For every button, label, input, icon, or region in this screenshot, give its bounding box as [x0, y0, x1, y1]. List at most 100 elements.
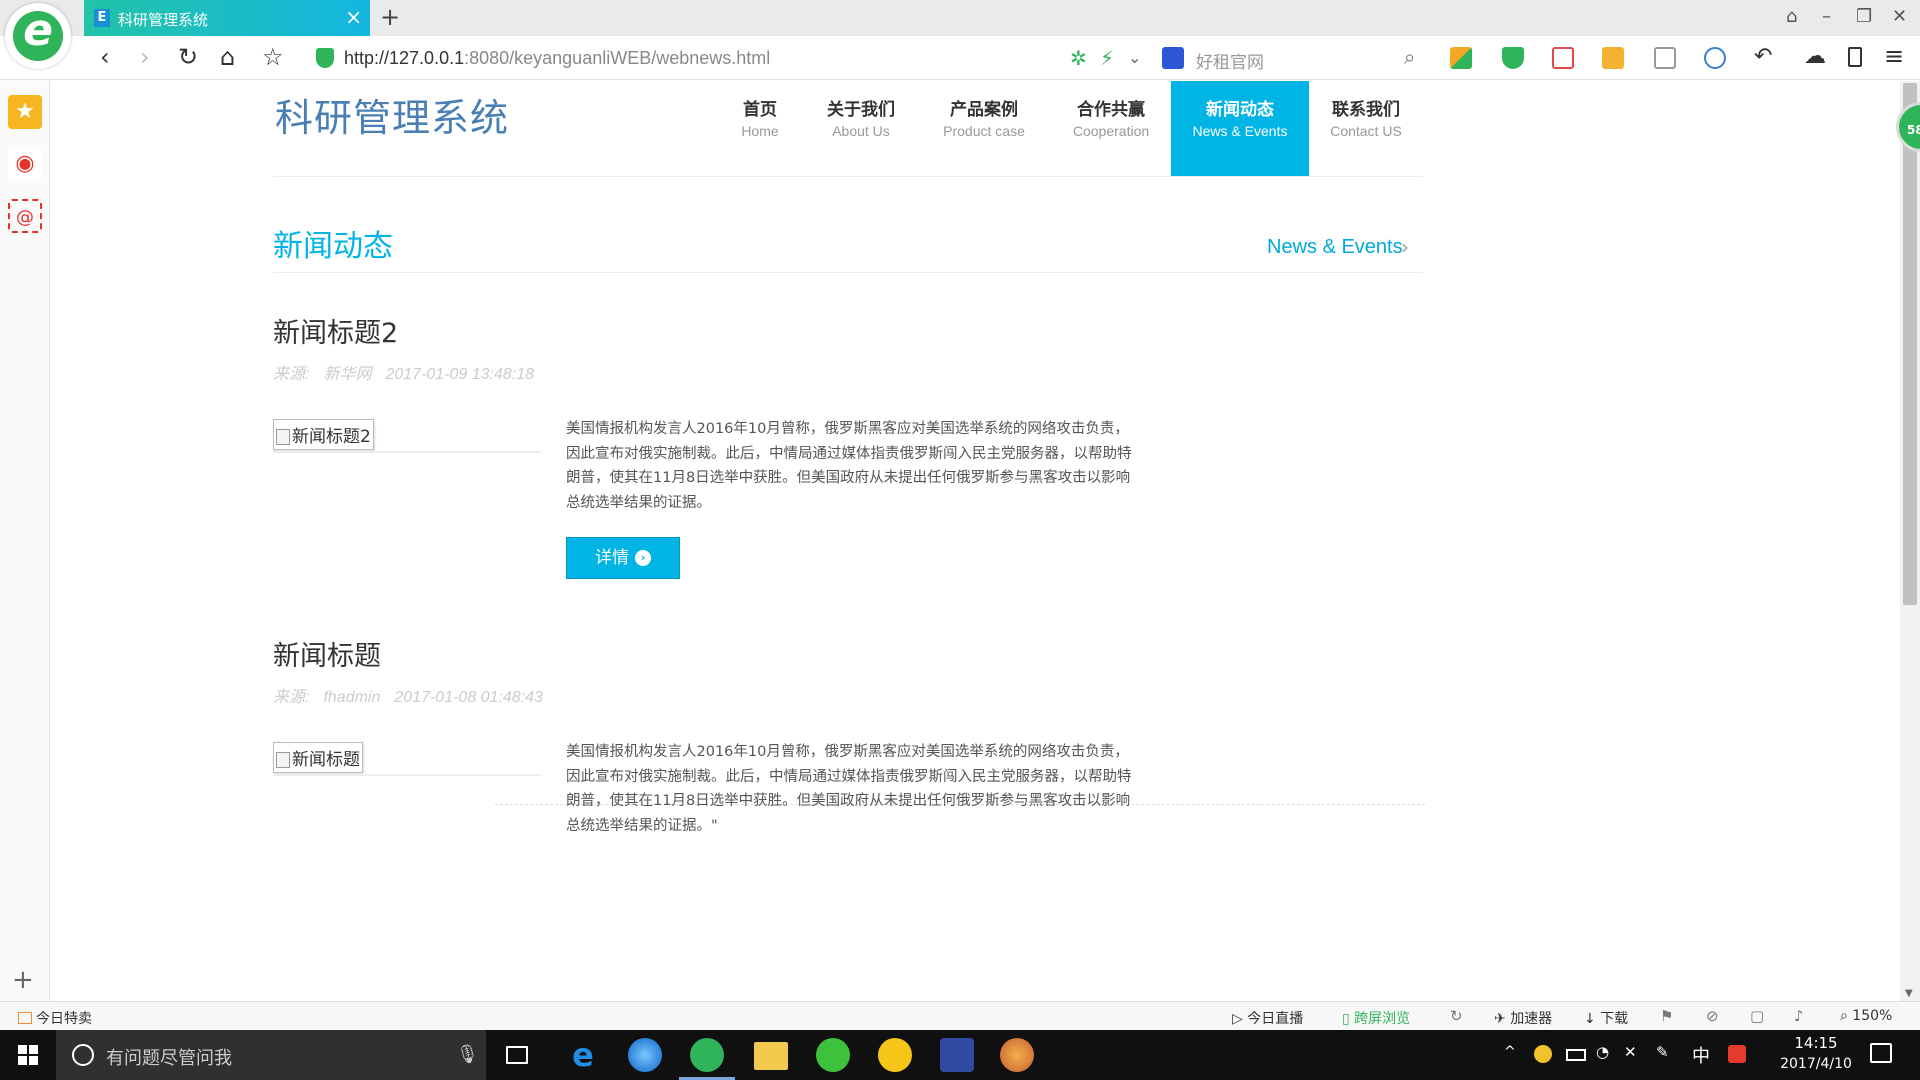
battery-icon[interactable]	[1566, 1049, 1586, 1061]
broken-image-icon: 新闻标题	[273, 742, 363, 773]
url-input[interactable]: http://127.0.0.1:8080/keyanguanliWEB/web…	[344, 48, 770, 69]
tab-active[interactable]: E 科研管理系统 ×	[84, 0, 370, 36]
forward-button[interactable]: ›	[140, 44, 150, 70]
edge-app-icon[interactable]: e	[566, 1038, 600, 1072]
sidebar-add-icon[interactable]: +	[12, 965, 34, 995]
gift-icon	[18, 1012, 32, 1024]
broken-image-icon: 新闻标题2	[273, 419, 374, 450]
today-deals[interactable]: 今日特卖	[18, 1008, 92, 1028]
nav-home[interactable]: 首页 Home	[715, 81, 805, 176]
source-label: 来源:	[273, 689, 310, 706]
windows-start-icon[interactable]	[18, 1045, 38, 1065]
wifi-icon[interactable]: ◔	[1596, 1043, 1614, 1061]
news-image[interactable]: 新闻标题	[273, 742, 541, 776]
undo-close-icon[interactable]: ↶	[1754, 44, 1772, 69]
accelerator[interactable]: ✈ 加速器	[1494, 1008, 1552, 1028]
editor-app-icon[interactable]	[940, 1038, 974, 1072]
nav-about[interactable]: 关于我们 About Us	[805, 81, 917, 176]
game-extension-icon[interactable]	[1602, 47, 1624, 69]
taskbar-search-box[interactable]: 有问题尽管问我 🎙	[56, 1030, 486, 1080]
security-tray-icon[interactable]	[1534, 1045, 1552, 1063]
task-view-icon[interactable]	[506, 1046, 528, 1064]
search-engine-icon[interactable]	[1162, 47, 1184, 69]
favorite-star-icon[interactable]: ☆	[262, 44, 284, 70]
file-explorer-app-icon[interactable]	[754, 1042, 788, 1070]
windows-taskbar: 有问题尽管问我 🎙 e ^ ◔ ✕ ✎ 中 14:15 2017/4/10	[0, 1030, 1920, 1080]
search-input[interactable]: 好租官网	[1196, 48, 1264, 73]
apps-extension-icon[interactable]	[1450, 47, 1472, 69]
scroll-down-icon[interactable]: ▼	[1905, 988, 1913, 999]
lightning-icon[interactable]: ⚡	[1100, 46, 1114, 70]
paint-app-icon[interactable]	[1000, 1038, 1034, 1072]
speed-icon[interactable]: ✲	[1070, 46, 1087, 70]
green-browser-app-icon[interactable]	[690, 1038, 724, 1072]
divider	[273, 272, 1423, 273]
news-title[interactable]: 新闻标题2	[273, 311, 1203, 350]
favorites-star-icon[interactable]: ★	[8, 95, 42, 129]
nav-contact[interactable]: 联系我们 Contact US	[1309, 81, 1423, 176]
tray-expand-icon[interactable]: ^	[1504, 1044, 1516, 1060]
cloud-icon[interactable]: ☁	[1804, 44, 1826, 69]
news-title[interactable]: 新闻标题	[273, 634, 1203, 673]
nav-label-en: Contact US	[1330, 123, 1402, 139]
magnifier-extension-icon[interactable]	[1704, 47, 1726, 69]
volume-muted-icon[interactable]: ✕	[1624, 1043, 1642, 1061]
reload-button[interactable]: ↻	[178, 44, 198, 70]
clean-icon[interactable]: ⊘	[1706, 1007, 1719, 1025]
back-button[interactable]: ‹	[100, 44, 110, 70]
nav-label-en: News & Events	[1192, 123, 1288, 139]
clock-date[interactable]: 2017/4/10	[1770, 1056, 1862, 1072]
mute-icon[interactable]: ♪	[1794, 1007, 1804, 1025]
nav-cooperation[interactable]: 合作共赢 Cooperation	[1051, 81, 1171, 176]
close-window-button[interactable]: ✕	[1892, 6, 1907, 27]
new-tab-button[interactable]: +	[380, 4, 400, 30]
window-icon[interactable]: ▢	[1750, 1007, 1764, 1025]
menu-icon[interactable]: ≡	[1884, 42, 1904, 70]
mail-icon[interactable]: @	[8, 199, 42, 233]
microphone-icon[interactable]: 🎙	[456, 1044, 479, 1065]
site-title[interactable]: 科研管理系统	[275, 87, 509, 142]
pen-icon[interactable]: ✎	[1656, 1043, 1674, 1061]
nav-product[interactable]: 产品案例 Product case	[917, 81, 1051, 176]
minimize-button[interactable]: –	[1822, 6, 1831, 27]
image-extension-icon[interactable]	[1654, 47, 1676, 69]
download[interactable]: ↓ 下载	[1584, 1008, 1628, 1028]
sogou-ime-icon[interactable]	[1728, 1045, 1746, 1063]
details-button[interactable]: 详情 ›	[566, 537, 680, 579]
search-icon[interactable]: ⌕	[1404, 45, 1415, 69]
url-dropdown-icon[interactable]: ⌄	[1128, 48, 1141, 67]
home-button[interactable]: ⌂	[220, 44, 235, 70]
zoom-level[interactable]: ⌕ 150%	[1840, 1008, 1892, 1024]
nav-news[interactable]: 新闻动态 News & Events	[1171, 81, 1309, 176]
section-title-en[interactable]: News & Events	[1267, 236, 1403, 259]
input-method-indicator[interactable]: 中	[1692, 1042, 1710, 1068]
safety-extension-icon[interactable]	[1502, 47, 1524, 69]
browser-sidebar: ★ ◉ @ +	[0, 81, 50, 1001]
web-page: 科研管理系统 首页 Home 关于我们 About Us 产品案例 Produc…	[51, 81, 1900, 1001]
weibo-icon[interactable]: ◉	[8, 147, 42, 181]
qq-app-icon[interactable]	[878, 1038, 912, 1072]
nav-label-cn: 合作共赢	[1077, 100, 1145, 120]
browser-logo-icon[interactable]: e	[5, 3, 71, 69]
blue-browser-app-icon[interactable]	[628, 1038, 662, 1072]
scrollbar[interactable]: ▼	[1900, 81, 1920, 1001]
today-live[interactable]: ▷ 今日直播	[1232, 1008, 1303, 1028]
news-image[interactable]: 新闻标题2	[273, 419, 541, 453]
nav-label-cn: 首页	[743, 100, 777, 120]
chevron-right-icon[interactable]: ›	[1401, 235, 1409, 259]
notification-icon[interactable]	[1870, 1043, 1892, 1063]
security-shield-icon[interactable]	[316, 48, 334, 68]
flag-icon[interactable]: ⚑	[1660, 1007, 1673, 1025]
scrollbar-thumb[interactable]	[1903, 83, 1917, 605]
phone-icon[interactable]	[1848, 47, 1862, 67]
news-meta: 来源: fhadmin 2017-01-08 01:48:43	[273, 683, 1203, 707]
pdf-extension-icon[interactable]	[1552, 47, 1574, 69]
skin-icon[interactable]: ⌂	[1786, 6, 1797, 27]
cross-screen-browse[interactable]: ▯ 跨屏浏览	[1342, 1008, 1410, 1028]
nav-label-en: About Us	[832, 123, 890, 139]
maximize-button[interactable]: ❐	[1856, 6, 1872, 27]
tab-close-icon[interactable]: ×	[345, 6, 362, 28]
wechat-app-icon[interactable]	[816, 1038, 850, 1072]
clock-time[interactable]: 14:15	[1788, 1034, 1844, 1052]
refresh-status-icon[interactable]: ↻	[1450, 1007, 1463, 1025]
